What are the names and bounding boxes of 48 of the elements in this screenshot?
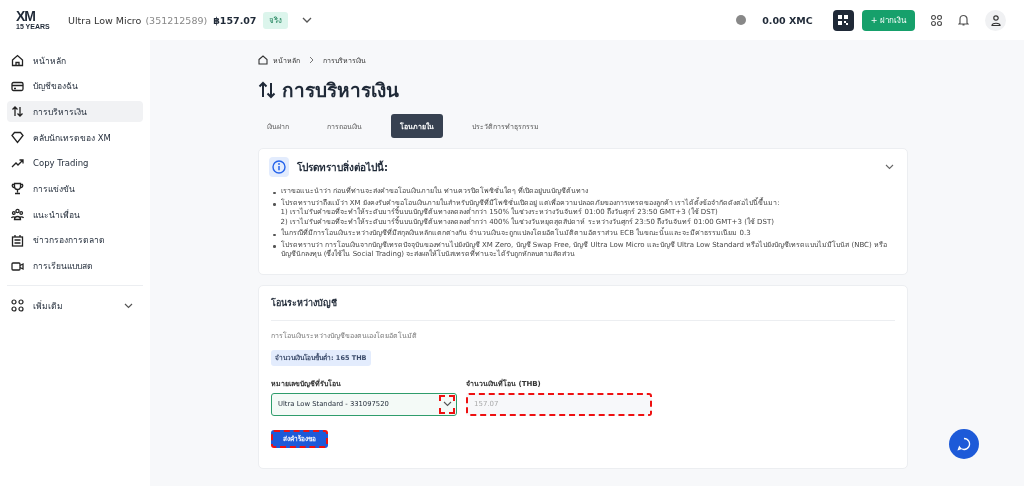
sidebar-item[interactable]: Copy Trading	[7, 152, 143, 174]
diamond-icon	[11, 131, 24, 145]
sidebar-item[interactable]: ข่าวกรองการตลาด	[7, 229, 143, 251]
sidebar-item[interactable]: หน้าหลัก	[7, 50, 143, 71]
bullet-icon	[273, 245, 276, 248]
trend-arrow-icon	[11, 156, 24, 170]
bullet-icon	[273, 233, 276, 236]
apps-icon[interactable]	[931, 14, 942, 26]
bell-icon[interactable]	[958, 14, 969, 26]
home-icon[interactable]	[258, 55, 268, 65]
account-type-badge: จริง	[263, 11, 289, 29]
bullet-icon	[273, 191, 276, 194]
home-icon	[11, 54, 24, 67]
chevron-right-icon	[309, 56, 314, 64]
calendar-icon	[11, 233, 24, 247]
qr-code-icon	[838, 15, 849, 25]
qr-button[interactable]	[832, 9, 854, 31]
chat-button[interactable]	[949, 429, 979, 459]
notice-title: โปรดทราบสิ่งต่อไปนี้:	[297, 159, 388, 175]
up-down-arrows-icon	[11, 105, 24, 119]
card-icon	[11, 79, 24, 93]
chevron-down-icon	[124, 302, 133, 309]
coin-icon	[736, 15, 747, 25]
chevron-down-icon[interactable]	[302, 17, 313, 23]
account-balance: ฿157.07	[213, 14, 257, 26]
chevron-down-icon[interactable]	[439, 394, 455, 414]
sidebar-item[interactable]: บัญชีของฉัน	[7, 75, 143, 97]
sidebar-item[interactable]: แนะนำเพื่อน	[7, 204, 143, 226]
user-icon	[990, 14, 1001, 26]
page-title: การบริหารเงิน	[282, 78, 399, 102]
sidebar-item[interactable]: คลับนักเทรดของ XM	[7, 127, 143, 149]
coin-balance: 0.00 XMC	[762, 14, 813, 26]
profile-button[interactable]	[985, 9, 1006, 31]
sidebar-item[interactable]: การบริหารเงิน	[7, 101, 143, 123]
transfer-arrows-icon	[258, 81, 276, 99]
video-camera-icon	[11, 259, 24, 273]
sidebar-item[interactable]: การแข่งขัน	[7, 178, 143, 200]
account-name: Ultra Low Micro	[68, 14, 142, 26]
bullet-icon	[273, 203, 276, 206]
sidebar-item[interactable]: การเรียนแบบสด	[7, 255, 143, 277]
account-number: (351212589)	[145, 14, 208, 26]
grid-icon	[11, 299, 24, 313]
trophy-icon	[11, 182, 24, 196]
more-menu[interactable]: เพิ่มเติม	[7, 295, 143, 317]
info-icon	[269, 157, 289, 177]
people-icon	[11, 208, 24, 222]
chevron-icon[interactable]	[885, 164, 894, 170]
section-title: โอนระหว่างบัญชี	[271, 296, 338, 310]
